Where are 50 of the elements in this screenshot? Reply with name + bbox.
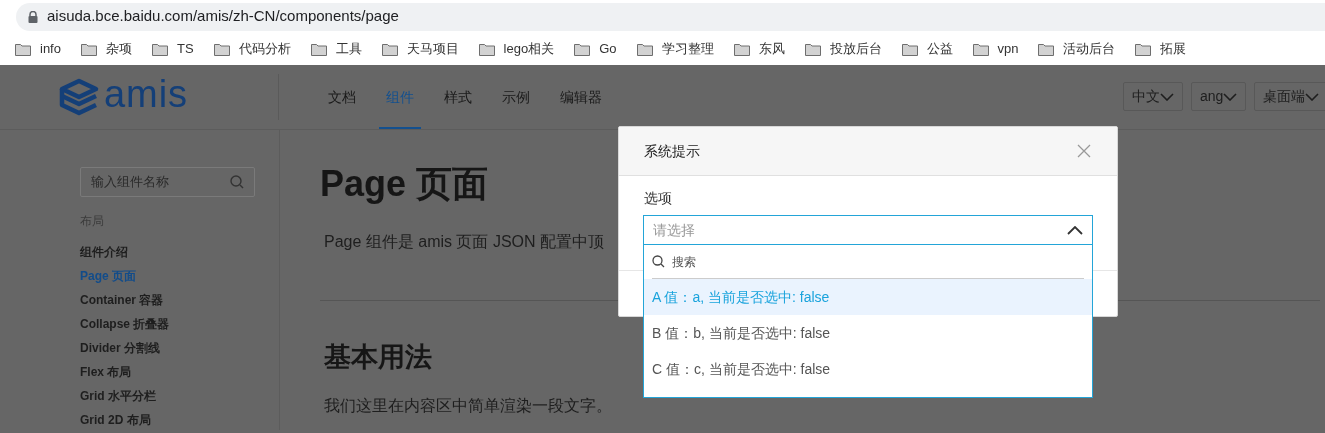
dropdown-option[interactable]: C 值：c, 当前是否选中: false [644, 351, 1092, 387]
folder-icon [15, 42, 31, 56]
chevron-down-icon [1160, 92, 1174, 101]
url-text: aisuda.bce.baidu.com/amis/zh-CN/components/page [47, 6, 399, 27]
field-label: 选项 [644, 189, 673, 208]
folder-icon [804, 42, 821, 56]
bookmark-folder[interactable]: Go [568, 39, 623, 59]
close-icon[interactable] [1076, 143, 1092, 159]
bookmark-folder[interactable]: 工具 [304, 39, 368, 59]
cube-logo-icon [58, 78, 100, 116]
chevron-down-icon [1223, 92, 1238, 101]
dropdown-option[interactable]: B 值：b, 当前是否选中: false [644, 315, 1092, 351]
folder-icon [636, 42, 653, 56]
search-icon [652, 255, 665, 268]
bookmark-folder[interactable]: 投放后台 [798, 39, 888, 59]
section-heading: 基本用法 [324, 341, 432, 374]
folder-icon [478, 42, 495, 56]
folder-icon [733, 42, 750, 56]
bookmark-folder[interactable]: 活动后台 [1032, 39, 1122, 59]
folder-icon [972, 42, 989, 56]
lock-icon [28, 10, 38, 23]
bookmark-folder[interactable]: vpn [966, 39, 1025, 59]
folder-icon [310, 42, 327, 56]
bookmark-folder[interactable]: 公益 [895, 39, 959, 59]
folder-icon [901, 42, 918, 56]
bookmark-folder[interactable]: 学习整理 [630, 39, 720, 59]
bookmark-folder[interactable]: 东风 [727, 39, 791, 59]
dialog-title: 系统提示 [644, 141, 700, 161]
folder-icon [381, 42, 398, 56]
chevron-down-icon [1305, 92, 1320, 101]
bookmark-folder[interactable]: 拓展 [1129, 39, 1193, 59]
page-title: Page 页面 [320, 162, 489, 206]
bookmark-folder[interactable]: TS [145, 39, 200, 59]
intro-text: Page 组件是 amis 页面 JSON 配置中顶 [324, 232, 605, 252]
logo-text: amis [104, 75, 189, 113]
address-bar[interactable]: aisuda.bce.baidu.com/amis/zh-CN/components/page [16, 2, 1325, 31]
bookmark-folder[interactable]: lego相关 [472, 39, 561, 59]
folder-icon [151, 42, 168, 56]
folder-icon [574, 42, 591, 56]
select-placeholder: 请选择 [653, 220, 695, 240]
bookmark-folder[interactable]: 代码分析 [207, 39, 297, 59]
search-icon [230, 175, 244, 189]
bookmark-folder[interactable]: 杂项 [74, 39, 138, 59]
bookmark-folder[interactable]: info [9, 39, 67, 59]
chevron-up-icon [1067, 225, 1083, 235]
bookmark-folder[interactable]: 天马项目 [375, 39, 465, 59]
folder-icon [213, 42, 230, 56]
folder-icon [1038, 42, 1055, 56]
folder-icon [80, 42, 97, 56]
folder-icon [1135, 42, 1152, 56]
